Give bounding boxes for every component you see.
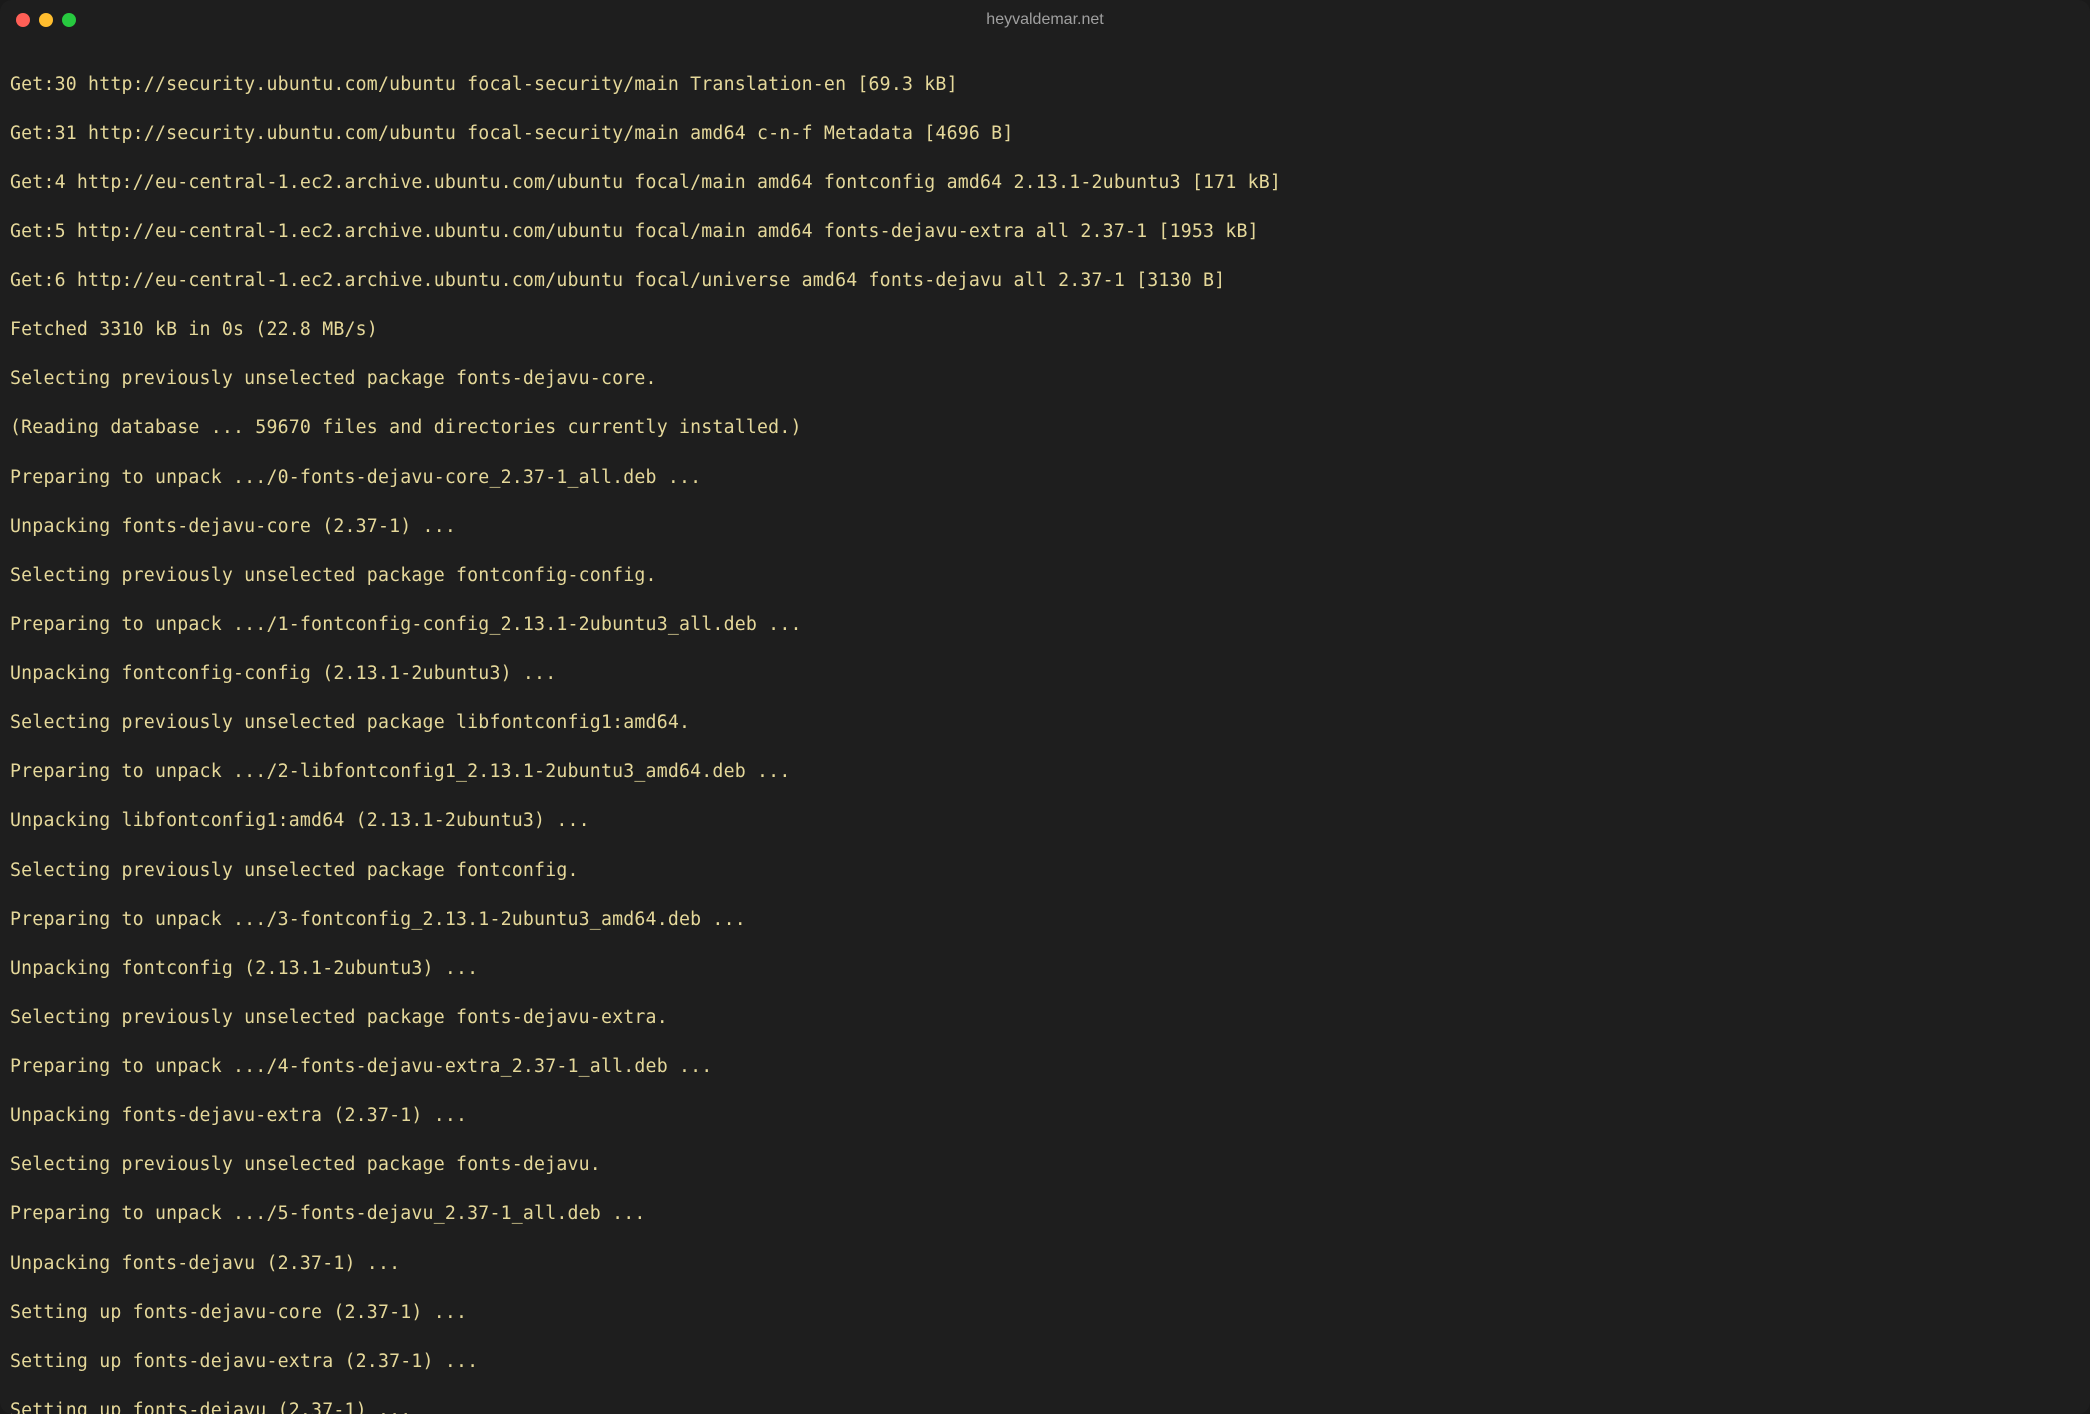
output-line: Selecting previously unselected package … (10, 564, 2080, 589)
terminal-window: heyvaldemar.net Get:30 http://security.u… (0, 0, 2090, 1414)
output-line: Get:30 http://security.ubuntu.com/ubuntu… (10, 73, 2080, 98)
window-title: heyvaldemar.net (986, 11, 1103, 29)
terminal-body[interactable]: Get:30 http://security.ubuntu.com/ubuntu… (0, 40, 2090, 1414)
output-line: Selecting previously unselected package … (10, 711, 2080, 736)
output-line: Fetched 3310 kB in 0s (22.8 MB/s) (10, 318, 2080, 343)
close-icon[interactable] (16, 13, 30, 27)
output-line: Setting up fonts-dejavu-extra (2.37-1) .… (10, 1350, 2080, 1375)
output-line: (Reading database ... 59670 files and di… (10, 416, 2080, 441)
traffic-lights (16, 13, 76, 27)
output-line: Unpacking fontconfig-config (2.13.1-2ubu… (10, 662, 2080, 687)
maximize-icon[interactable] (62, 13, 76, 27)
output-line: Get:5 http://eu-central-1.ec2.archive.ub… (10, 220, 2080, 245)
minimize-icon[interactable] (39, 13, 53, 27)
output-line: Selecting previously unselected package … (10, 1153, 2080, 1178)
output-line: Preparing to unpack .../3-fontconfig_2.1… (10, 908, 2080, 933)
output-line: Preparing to unpack .../0-fonts-dejavu-c… (10, 466, 2080, 491)
output-line: Preparing to unpack .../2-libfontconfig1… (10, 760, 2080, 785)
output-line: Preparing to unpack .../4-fonts-dejavu-e… (10, 1055, 2080, 1080)
output-line: Unpacking fonts-dejavu (2.37-1) ... (10, 1252, 2080, 1277)
output-line: Get:6 http://eu-central-1.ec2.archive.ub… (10, 269, 2080, 294)
output-line: Unpacking libfontconfig1:amd64 (2.13.1-2… (10, 809, 2080, 834)
output-line: Unpacking fonts-dejavu-core (2.37-1) ... (10, 515, 2080, 540)
output-line: Setting up fonts-dejavu-core (2.37-1) ..… (10, 1301, 2080, 1326)
output-line: Preparing to unpack .../5-fonts-dejavu_2… (10, 1202, 2080, 1227)
output-line: Get:31 http://security.ubuntu.com/ubuntu… (10, 122, 2080, 147)
output-line: Unpacking fonts-dejavu-extra (2.37-1) ..… (10, 1104, 2080, 1129)
output-line: Unpacking fontconfig (2.13.1-2ubuntu3) .… (10, 957, 2080, 982)
output-line: Selecting previously unselected package … (10, 367, 2080, 392)
output-line: Selecting previously unselected package … (10, 859, 2080, 884)
output-line: Setting up fonts-dejavu (2.37-1) ... (10, 1399, 2080, 1414)
output-line: Preparing to unpack .../1-fontconfig-con… (10, 613, 2080, 638)
output-line: Selecting previously unselected package … (10, 1006, 2080, 1031)
titlebar: heyvaldemar.net (0, 0, 2090, 40)
output-line: Get:4 http://eu-central-1.ec2.archive.ub… (10, 171, 2080, 196)
